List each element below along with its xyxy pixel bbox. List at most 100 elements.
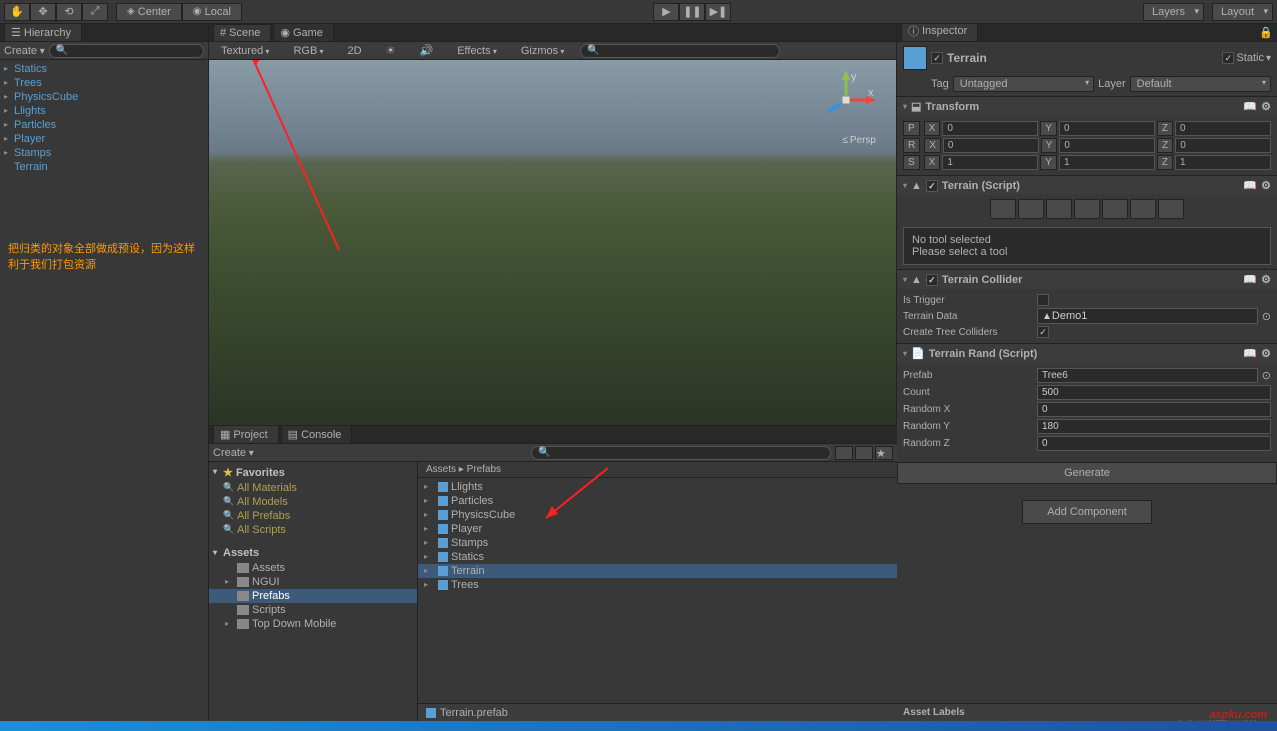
effects-dropdown[interactable]: Effects [449,45,505,57]
tag-dropdown[interactable]: Untagged [953,76,1094,92]
help-icon[interactable]: 📖 [1243,179,1257,192]
pause-button[interactable]: ❚❚ [679,3,705,21]
layer-dropdown[interactable]: Default [1130,76,1271,92]
hierarchy-item-player[interactable]: Player [0,132,208,146]
project-create-button[interactable]: Create ▾ [213,447,254,459]
pos-y[interactable]: 0 [1059,121,1155,136]
transform-header[interactable]: ⬓Transform📖⚙ [897,97,1277,116]
createtree-checkbox[interactable] [1037,326,1049,338]
console-tab[interactable]: ▤Console [281,425,353,443]
persp-label[interactable]: Persp [842,135,876,146]
orientation-gizmo[interactable]: y x [816,70,876,130]
hierarchy-create-button[interactable]: Create ▾ [4,45,45,57]
terraindata-field[interactable]: ▲Demo1 [1037,308,1258,324]
scale-tool-button[interactable]: ⤢ [82,3,108,21]
layout-dropdown[interactable]: Layout [1212,3,1273,21]
fav-all-materials[interactable]: All Materials [209,481,417,495]
terrain-smooth-button[interactable] [1046,199,1072,219]
prefab-llights[interactable]: Llights [418,480,897,494]
generate-button[interactable]: Generate [897,462,1277,484]
layers-dropdown[interactable]: Layers [1143,3,1204,21]
assets-header[interactable]: Assets [209,545,417,561]
prefab-field[interactable]: Tree6 [1037,368,1258,383]
active-checkbox[interactable] [931,52,943,64]
prefab-statics[interactable]: Statics [418,550,897,564]
randy-field[interactable]: 180 [1037,419,1271,434]
terrain-details-button[interactable] [1130,199,1156,219]
folder-prefabs[interactable]: Prefabs [209,589,417,603]
project-search[interactable]: 🔍 [531,446,831,460]
hierarchy-item-physicscube[interactable]: PhysicsCube [0,90,208,104]
prefab-physicscube[interactable]: PhysicsCube [418,508,897,522]
pivot-center-button[interactable]: ◈ Center [116,3,182,21]
hierarchy-item-particles[interactable]: Particles [0,118,208,132]
rgb-dropdown[interactable]: RGB [285,45,331,57]
object-picker-icon[interactable]: ⊙ [1262,310,1271,323]
object-picker-icon[interactable]: ⊙ [1262,369,1271,382]
gameobject-name[interactable]: Terrain [947,51,1218,65]
hierarchy-item-terrain[interactable]: Terrain [0,160,208,174]
audio-toggle[interactable]: 🔊 [411,44,441,57]
hierarchy-item-stamps[interactable]: Stamps [0,146,208,160]
terrain-script-header[interactable]: ▲Terrain (Script)📖⚙ [897,176,1277,195]
count-field[interactable]: 500 [1037,385,1271,400]
prefab-stamps[interactable]: Stamps [418,536,897,550]
folder-ngui[interactable]: NGUI [209,575,417,589]
search-type-button[interactable] [855,446,873,460]
gear-icon[interactable]: ⚙ [1261,179,1271,192]
shading-dropdown[interactable]: Textured [213,45,277,57]
help-icon[interactable]: 📖 [1243,273,1257,286]
randx-field[interactable]: 0 [1037,402,1271,417]
search-save-button[interactable]: ★ [875,446,893,460]
terrain-raise-button[interactable] [990,199,1016,219]
gizmos-dropdown[interactable]: Gizmos [513,45,573,57]
step-button[interactable]: ▶❚ [705,3,731,21]
rot-y[interactable]: 0 [1059,138,1155,153]
gameobject-icon[interactable] [903,46,927,70]
light-toggle[interactable]: ☀ [378,44,404,57]
hierarchy-item-llights[interactable]: Llights [0,104,208,118]
scene-viewport[interactable]: y x Persp [209,60,896,425]
hierarchy-item-statics[interactable]: Statics [0,62,208,76]
istrigger-checkbox[interactable] [1037,294,1049,306]
hand-tool-button[interactable]: ✋ [4,3,30,21]
help-icon[interactable]: 📖 [1243,100,1257,113]
terrain-rand-header[interactable]: 📄Terrain Rand (Script)📖⚙ [897,344,1277,363]
terrain-enabled-checkbox[interactable] [926,180,938,192]
collider-enabled-checkbox[interactable] [926,274,938,286]
game-tab[interactable]: ◉Game [273,23,334,41]
2d-toggle[interactable]: 2D [340,45,370,57]
terrain-trees-button[interactable] [1102,199,1128,219]
randz-field[interactable]: 0 [1037,436,1271,451]
scale-x[interactable]: 1 [942,155,1038,170]
help-icon[interactable]: 📖 [1243,347,1257,360]
hierarchy-item-trees[interactable]: Trees [0,76,208,90]
gear-icon[interactable]: ⚙ [1261,347,1271,360]
gear-icon[interactable]: ⚙ [1261,100,1271,113]
scene-search[interactable]: 🔍 [580,44,780,58]
terrain-height-button[interactable] [1018,199,1044,219]
folder-topdown[interactable]: Top Down Mobile [209,617,417,631]
rot-z[interactable]: 0 [1175,138,1271,153]
folder-assets[interactable]: Assets [209,561,417,575]
hierarchy-search[interactable]: 🔍 [49,44,204,58]
terrain-settings-button[interactable] [1158,199,1184,219]
prefab-trees[interactable]: Trees [418,578,897,592]
rot-x[interactable]: 0 [943,138,1039,153]
scale-z[interactable]: 1 [1175,155,1271,170]
pos-z[interactable]: 0 [1175,121,1271,136]
scale-y[interactable]: 1 [1059,155,1155,170]
scene-tab[interactable]: #Scene [213,24,271,41]
fav-all-models[interactable]: All Models [209,495,417,509]
breadcrumb[interactable]: Assets ▸ Prefabs [418,462,897,478]
add-component-button[interactable]: Add Component [1022,500,1152,524]
static-checkbox[interactable] [1222,52,1234,64]
prefab-particles[interactable]: Particles [418,494,897,508]
project-tab[interactable]: ▦Project [213,425,279,443]
fav-all-prefabs[interactable]: All Prefabs [209,509,417,523]
folder-scripts[interactable]: Scripts [209,603,417,617]
local-global-button[interactable]: ◉ Local [182,3,242,21]
gear-icon[interactable]: ⚙ [1261,273,1271,286]
hierarchy-tab[interactable]: ☰Hierarchy [4,23,82,41]
search-filter-button[interactable] [835,446,853,460]
